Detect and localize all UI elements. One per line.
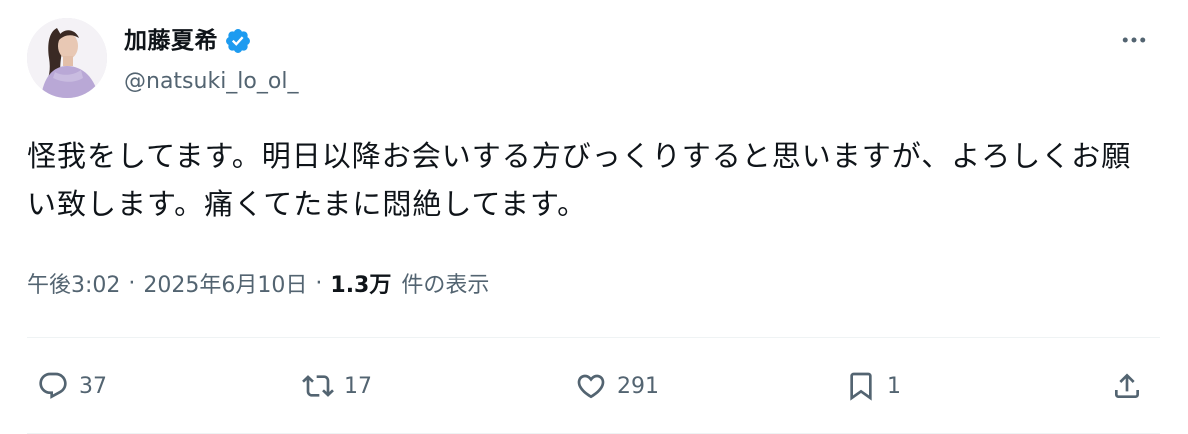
bookmark-icon [850, 372, 872, 401]
retweet-count: 17 [344, 373, 372, 399]
share-icon [1115, 373, 1139, 398]
bookmark-count: 1 [887, 373, 901, 399]
reply-count: 37 [79, 373, 107, 399]
verified-badge-icon [224, 27, 252, 55]
reply-icon [39, 372, 67, 399]
tweet-time[interactable]: 午後3:02 [27, 267, 120, 299]
meta-separator: · [315, 270, 323, 296]
heart-icon [577, 374, 605, 399]
divider [27, 337, 1160, 338]
name-row: 加藤夏希 [124, 26, 252, 56]
tweet: 加藤夏希 @natsuki_lo_ol_ 怪我をしてます。明日以降お会いする方び… [0, 0, 1188, 434]
share-button[interactable] [1111, 360, 1143, 412]
retweet-icon [302, 375, 334, 397]
tweet-date[interactable]: 2025年6月10日 [143, 267, 307, 299]
tweet-meta: 午後3:02 · 2025年6月10日 · 1.3万 件の表示 [27, 265, 489, 301]
user-handle[interactable]: @natsuki_lo_ol_ [124, 67, 298, 97]
like-button[interactable]: 291 [575, 360, 659, 412]
views-count[interactable]: 1.3万 [330, 267, 391, 299]
views-label[interactable]: 件の表示 [401, 267, 489, 299]
more-dots-icon [1122, 37, 1146, 43]
like-count: 291 [617, 373, 659, 399]
tweet-text: 怪我をしてます。明日以降お会いする方びっくりすると思いますが、よろしくお願い致し… [27, 139, 1132, 221]
display-name[interactable]: 加藤夏希 [124, 26, 218, 56]
retweet-button[interactable]: 17 [302, 360, 372, 412]
meta-separator: · [128, 270, 136, 296]
avatar[interactable] [27, 18, 107, 98]
reply-button[interactable]: 37 [37, 360, 107, 412]
action-bar: 37 17 291 1 [27, 360, 1160, 412]
more-options-button[interactable] [1116, 22, 1152, 58]
avatar-image [27, 18, 107, 98]
bookmark-button[interactable]: 1 [845, 360, 901, 412]
